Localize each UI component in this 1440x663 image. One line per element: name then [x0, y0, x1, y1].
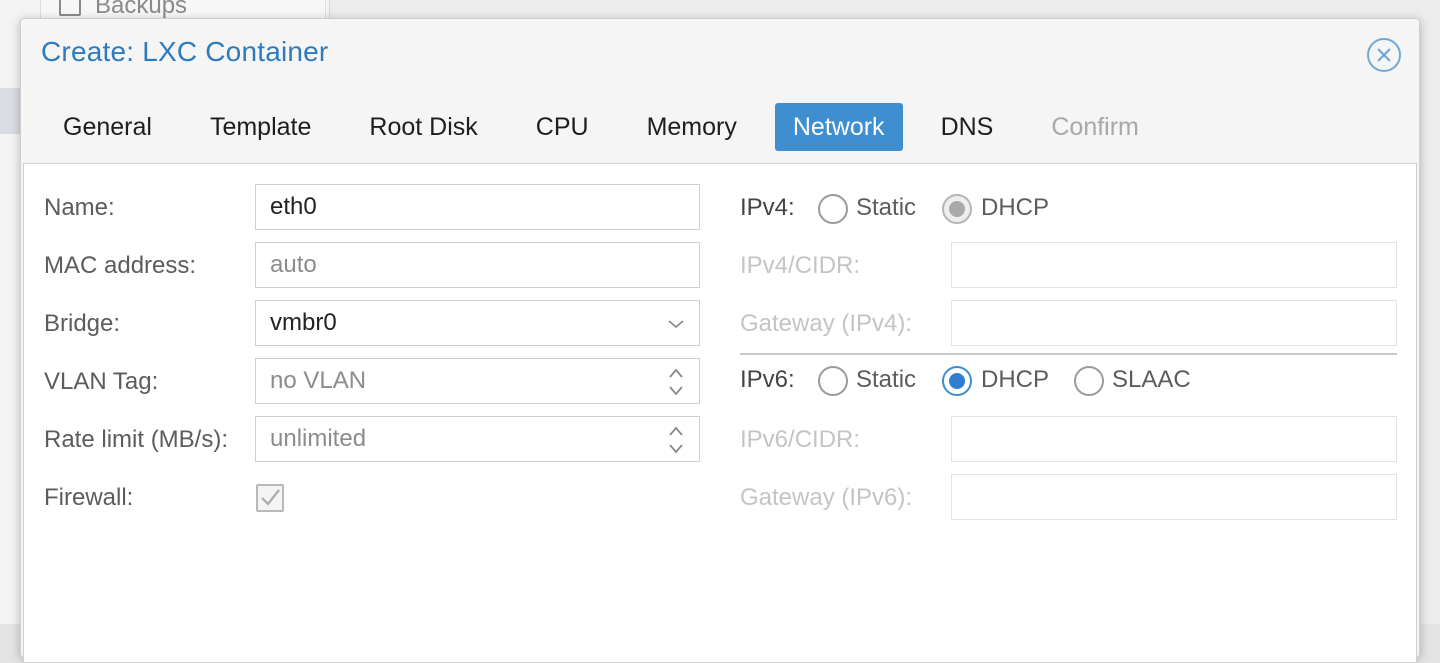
- vlan-tag-input[interactable]: no VLAN: [255, 358, 700, 404]
- name-label: Name:: [44, 194, 115, 221]
- mac-address-placeholder: auto: [270, 251, 317, 278]
- tab-memory[interactable]: Memory: [627, 103, 757, 151]
- ipv6-gateway-label: Gateway (IPv6):: [740, 484, 913, 511]
- rate-limit-placeholder: unlimited: [270, 425, 367, 452]
- ipv6-slaac-label[interactable]: SLAAC: [1112, 366, 1191, 394]
- close-icon: [1377, 48, 1391, 62]
- ipv6-static-radio[interactable]: [818, 366, 848, 396]
- ipv6-static-label[interactable]: Static: [856, 366, 916, 394]
- vlan-tag-placeholder: no VLAN: [270, 367, 367, 394]
- spinner-icon[interactable]: [663, 359, 689, 405]
- ipv4-static-radio[interactable]: [818, 194, 848, 224]
- tab-general[interactable]: General: [43, 103, 172, 151]
- firewall-checkbox[interactable]: [256, 484, 284, 512]
- ipv4-cidr-input[interactable]: [951, 242, 1397, 288]
- bridge-select-value: vmbr0: [270, 309, 337, 336]
- background-selected-row: [0, 88, 22, 134]
- ipv6-dhcp-label[interactable]: DHCP: [981, 366, 1049, 394]
- wizard-tabs: General Template Root Disk CPU Memory Ne…: [43, 103, 1177, 151]
- ipv6-dhcp-radio[interactable]: [942, 366, 972, 396]
- close-button[interactable]: [1367, 38, 1401, 72]
- ipv4-gateway-label: Gateway (IPv4):: [740, 310, 913, 337]
- ipv4-cidr-label: IPv4/CIDR:: [740, 252, 861, 279]
- ipv4-label: IPv4:: [740, 194, 795, 221]
- vlan-tag-label: VLAN Tag:: [44, 368, 159, 395]
- chevron-down-icon[interactable]: [663, 301, 689, 347]
- tab-cpu[interactable]: CPU: [516, 103, 609, 151]
- ip-section-divider: [740, 353, 1397, 355]
- ipv6-slaac-radio[interactable]: [1074, 366, 1104, 396]
- ipv4-gateway-input[interactable]: [951, 300, 1397, 346]
- ipv6-gateway-input[interactable]: [951, 474, 1397, 520]
- spinner-icon[interactable]: [663, 417, 689, 463]
- name-input-value: eth0: [270, 193, 317, 220]
- bridge-select[interactable]: vmbr0: [255, 300, 700, 346]
- dialog-title: Create: LXC Container: [41, 36, 329, 67]
- name-input[interactable]: eth0: [255, 184, 700, 230]
- firewall-label: Firewall:: [44, 484, 134, 511]
- mac-address-label: MAC address:: [44, 252, 197, 279]
- create-lxc-dialog: Create: LXC Container General Template R…: [20, 18, 1420, 663]
- tab-network[interactable]: Network: [774, 103, 903, 151]
- ipv6-cidr-label: IPv6/CIDR:: [740, 426, 861, 453]
- tab-dns[interactable]: DNS: [921, 103, 1014, 151]
- tab-root-disk[interactable]: Root Disk: [349, 103, 497, 151]
- sidebar-item-label: Backups: [95, 0, 188, 19]
- rate-limit-input[interactable]: unlimited: [255, 416, 700, 462]
- bridge-label: Bridge:: [44, 310, 121, 337]
- ipv6-label: IPv6:: [740, 366, 795, 393]
- rate-limit-label: Rate limit (MB/s):: [44, 426, 229, 453]
- mac-address-input[interactable]: auto: [255, 242, 700, 288]
- tab-template[interactable]: Template: [190, 103, 331, 151]
- ipv4-static-label[interactable]: Static: [856, 194, 916, 222]
- ipv6-cidr-input[interactable]: [951, 416, 1397, 462]
- floppy-disk-icon: [59, 0, 81, 16]
- ipv4-dhcp-radio[interactable]: [942, 194, 972, 224]
- checkmark-icon: [261, 489, 280, 506]
- tab-confirm: Confirm: [1051, 112, 1139, 141]
- network-panel: Name: eth0 MAC address: auto Bridge: vmb…: [23, 163, 1417, 663]
- ipv4-dhcp-label[interactable]: DHCP: [981, 194, 1049, 222]
